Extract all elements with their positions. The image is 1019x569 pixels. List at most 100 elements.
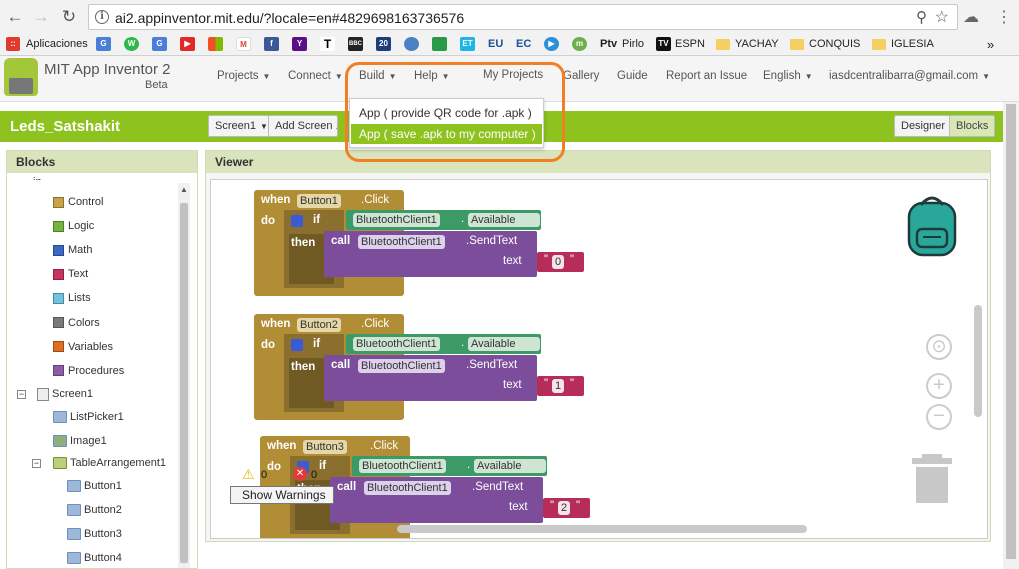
bookmark-ptv[interactable]: Ptv [600, 36, 617, 52]
page-scroll-thumb[interactable] [1006, 104, 1016, 559]
menu-guide[interactable]: Guide [617, 70, 648, 82]
available-select[interactable]: Available [468, 213, 540, 227]
bt-component-select[interactable]: BluetoothClient1 [364, 481, 451, 495]
event-block-1[interactable]: when Button1 .Click do if then BluetoothClient… [254, 190, 594, 300]
zoom-in-icon[interactable]: + [926, 373, 952, 399]
screen-select[interactable]: Screen1 ▼ [208, 115, 275, 137]
build-apk-save-item[interactable]: App ( save .apk to my computer ) [351, 124, 542, 144]
scroll-up-icon[interactable]: ▲ [180, 185, 188, 194]
bookmark-icon-5[interactable] [208, 36, 223, 52]
bookmark-icon-13[interactable] [432, 36, 447, 52]
zoom-icon[interactable]: ⚲ [916, 8, 927, 26]
bookmark-icon-8[interactable]: Y [292, 36, 307, 52]
bookmark-icon-3[interactable]: G [152, 36, 167, 52]
bookmark-conquis[interactable]: CONQUIS [790, 36, 860, 52]
tree-listpicker1[interactable]: ListPicker1 [53, 409, 124, 425]
bookmark-pirlo[interactable]: Pirlo [622, 36, 644, 52]
tree-button2[interactable]: Button2 [67, 502, 122, 518]
tree-image1[interactable]: Image1 [53, 433, 107, 449]
menu-icon[interactable]: ⋮ [996, 7, 1012, 27]
available-select[interactable]: Available [474, 459, 546, 473]
bookmark-icon-4[interactable]: ▶ [180, 36, 195, 52]
url-text[interactable]: ai2.appinventor.mit.edu/?locale=en#48296… [115, 10, 464, 26]
menu-report-issue[interactable]: Report an Issue [666, 70, 747, 82]
category-lists[interactable]: Lists [53, 290, 91, 306]
menu-build[interactable]: Build ▼ [359, 70, 397, 82]
page-scrollbar[interactable] [1003, 102, 1019, 569]
menu-language[interactable]: English ▼ [763, 70, 813, 82]
error-icon[interactable]: ✕ [293, 467, 307, 481]
bookmark-icon-7[interactable]: f [264, 36, 279, 52]
tree-tablearrangement1[interactable]: TableArrangement1 [53, 455, 166, 471]
category-procedures[interactable]: Procedures [53, 363, 124, 379]
app-inventor-logo[interactable] [4, 58, 38, 96]
back-icon[interactable]: ← [4, 6, 26, 28]
bookmark-eu[interactable]: EU [488, 36, 503, 52]
scroll-thumb[interactable] [180, 203, 188, 563]
bookmark-yachay[interactable]: YACHAY [716, 36, 779, 52]
zoom-out-icon[interactable]: − [926, 404, 952, 430]
add-screen-button[interactable]: Add Screen ... [268, 115, 338, 137]
tree-screen1[interactable]: Screen1 [37, 386, 93, 402]
trash-icon[interactable] [912, 452, 952, 504]
bookmark-espn[interactable]: TV ESPN [656, 36, 705, 52]
collapse-table-toggle[interactable]: − [32, 459, 41, 468]
text-value[interactable]: 2 [558, 501, 571, 515]
extension-icon[interactable]: ☁ [963, 7, 979, 27]
bookmark-icon-9[interactable]: T [320, 36, 335, 52]
bookmark-apps[interactable]: :: Aplicaciones [6, 36, 88, 52]
collapse-screen1-toggle[interactable]: − [17, 390, 26, 399]
tree-button3[interactable]: Button3 [67, 526, 122, 542]
bt-component-select[interactable]: BluetoothClient1 [358, 235, 445, 249]
info-icon[interactable]: i [95, 10, 109, 24]
bt-component-select[interactable]: BluetoothClient1 [359, 459, 446, 473]
menu-connect[interactable]: Connect ▼ [288, 70, 343, 82]
build-apk-qr-item[interactable]: App ( provide QR code for .apk ) [351, 103, 542, 123]
backpack-icon[interactable] [903, 193, 961, 257]
reload-icon[interactable]: ↻ [58, 6, 80, 28]
workspace-vscroll[interactable] [974, 305, 982, 417]
category-control[interactable]: Control [53, 194, 103, 210]
category-math[interactable]: Math [53, 242, 92, 258]
category-logic[interactable]: Logic [53, 218, 94, 234]
bookmark-iglesia[interactable]: IGLESIA [872, 36, 934, 52]
bookmark-icon-1[interactable]: G [96, 36, 111, 52]
category-text[interactable]: Text [53, 266, 88, 282]
bt-component-select[interactable]: BluetoothClient1 [358, 359, 445, 373]
available-select[interactable]: Available [468, 337, 540, 351]
workspace-hscroll[interactable] [397, 525, 807, 533]
tree-button4[interactable]: Button4 [67, 550, 122, 566]
bookmark-icon-16[interactable]: m [572, 36, 587, 52]
bt-component-select[interactable]: BluetoothClient1 [353, 213, 440, 227]
bookmark-icon-12[interactable] [404, 36, 419, 52]
menu-projects[interactable]: Projects ▼ [217, 70, 270, 82]
bookmarks-more[interactable]: » [987, 36, 994, 52]
menu-my-projects[interactable]: My Projects [483, 69, 543, 81]
designer-button[interactable]: Designer [894, 115, 953, 137]
bookmark-icon-6[interactable]: M [236, 36, 251, 52]
bookmark-icon-14[interactable]: ET [460, 36, 475, 52]
warning-icon[interactable]: ⚠ [242, 466, 255, 483]
bookmark-icon-2[interactable]: W [124, 36, 139, 52]
category-colors[interactable]: Colors [53, 315, 100, 331]
category-variables[interactable]: Variables [53, 339, 113, 355]
text-value[interactable]: 0 [552, 255, 565, 269]
blocks-panel-scrollbar[interactable]: ▲ [178, 183, 190, 568]
bookmark-icon-10[interactable]: BBC [348, 36, 363, 52]
component-select[interactable]: Button1 [297, 194, 341, 208]
target-icon[interactable]: ⊙ [926, 334, 952, 360]
star-icon[interactable]: ☆ [935, 7, 949, 27]
blocks-button[interactable]: Blocks [949, 115, 996, 137]
bookmark-ec[interactable]: EC [516, 36, 531, 52]
text-value[interactable]: 1 [552, 379, 565, 393]
mutator-gear-icon[interactable] [291, 339, 303, 351]
tree-button1[interactable]: Button1 [67, 478, 122, 494]
blocks-workspace[interactable]: when Button1 .Click do if then BluetoothClient… [210, 179, 988, 539]
menu-help[interactable]: Help ▼ [414, 70, 450, 82]
bookmark-icon-15[interactable]: ▶ [544, 36, 559, 52]
component-select[interactable]: Button2 [297, 318, 341, 332]
show-warnings-button[interactable]: Show Warnings [230, 486, 334, 504]
bookmark-icon-11[interactable]: 20 [376, 36, 391, 52]
menu-gallery[interactable]: Gallery [563, 70, 599, 82]
bt-component-select[interactable]: BluetoothClient1 [353, 337, 440, 351]
